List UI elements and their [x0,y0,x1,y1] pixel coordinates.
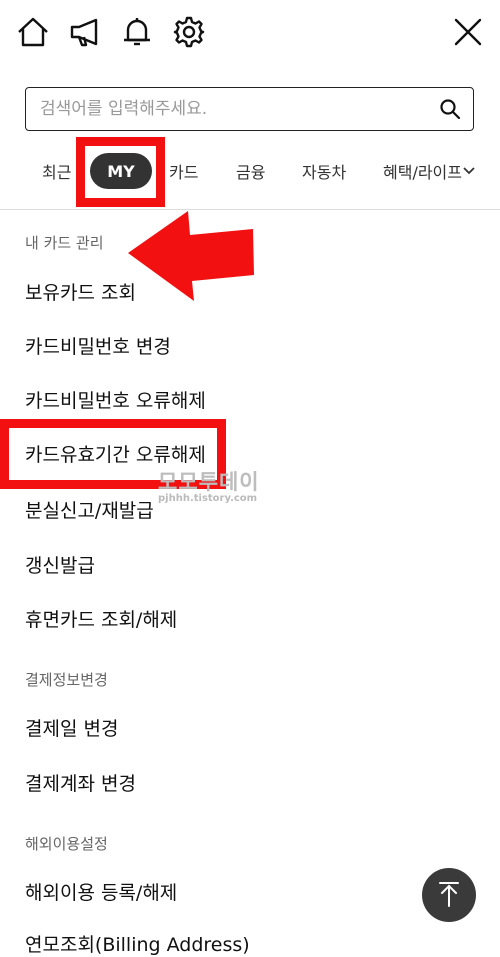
menu-item-renewal[interactable]: 갱신발급 [25,551,95,578]
menu-item-dormant-card[interactable]: 휴면카드 조회/해제 [25,605,177,632]
home-icon[interactable] [15,14,51,50]
menu-item-lost-reissue[interactable]: 분실신고/재발급 [25,496,154,523]
megaphone-icon[interactable] [67,14,103,50]
red-arrow-icon [128,211,254,301]
watermark-title: 모모투데이 [158,470,260,494]
watermark-subtitle: pjhhh.tistory.com [158,493,258,504]
menu-item-card-pin-change[interactable]: 카드비밀번호 변경 [25,332,171,359]
tab-car[interactable]: 자동차 [302,148,346,194]
category-tabs: 최근 MY 카드 금융 자동차 혜택/라이프 [0,148,500,194]
menu-item-billing-address[interactable]: 연모조회(Billing Address) [25,930,250,957]
menu-item-payment-account[interactable]: 결제계좌 변경 [25,769,136,796]
section-title-card-management: 내 카드 관리 [25,234,104,252]
bell-icon[interactable] [119,14,155,50]
tab-recent[interactable]: 최근 [42,148,71,194]
search-icon[interactable] [439,98,461,120]
gear-icon[interactable] [171,14,207,50]
watermark: 모모투데이 pjhhh.tistory.com [158,466,260,504]
close-icon[interactable] [450,14,486,50]
top-bar [0,0,500,70]
chevron-down-icon [463,167,475,175]
tab-benefit-life-label: 혜택/라이프 [383,163,462,182]
search-input[interactable] [38,98,439,120]
menu-item-payment-date[interactable]: 결제일 변경 [25,714,118,741]
divider [0,209,500,210]
menu-item-card-expiry-unlock[interactable]: 카드유효기간 오류해제 [25,440,206,467]
menu-item-overseas-register[interactable]: 해외이용 등록/해제 [25,878,177,905]
scroll-top-button[interactable] [422,868,476,922]
search-bar [25,87,474,131]
tab-benefit-life[interactable]: 혜택/라이프 [383,148,475,194]
tab-finance[interactable]: 금융 [236,148,265,194]
tab-my[interactable]: MY [90,153,152,189]
menu-item-card-pin-unlock[interactable]: 카드비밀번호 오류해제 [25,386,206,413]
section-title-overseas-settings: 해외이용설정 [25,835,108,853]
menu-item-owned-card[interactable]: 보유카드 조회 [25,278,136,305]
tab-card[interactable]: 카드 [169,148,198,194]
section-title-payment-info: 결제정보변경 [25,671,108,689]
arrow-up-icon [439,882,459,907]
